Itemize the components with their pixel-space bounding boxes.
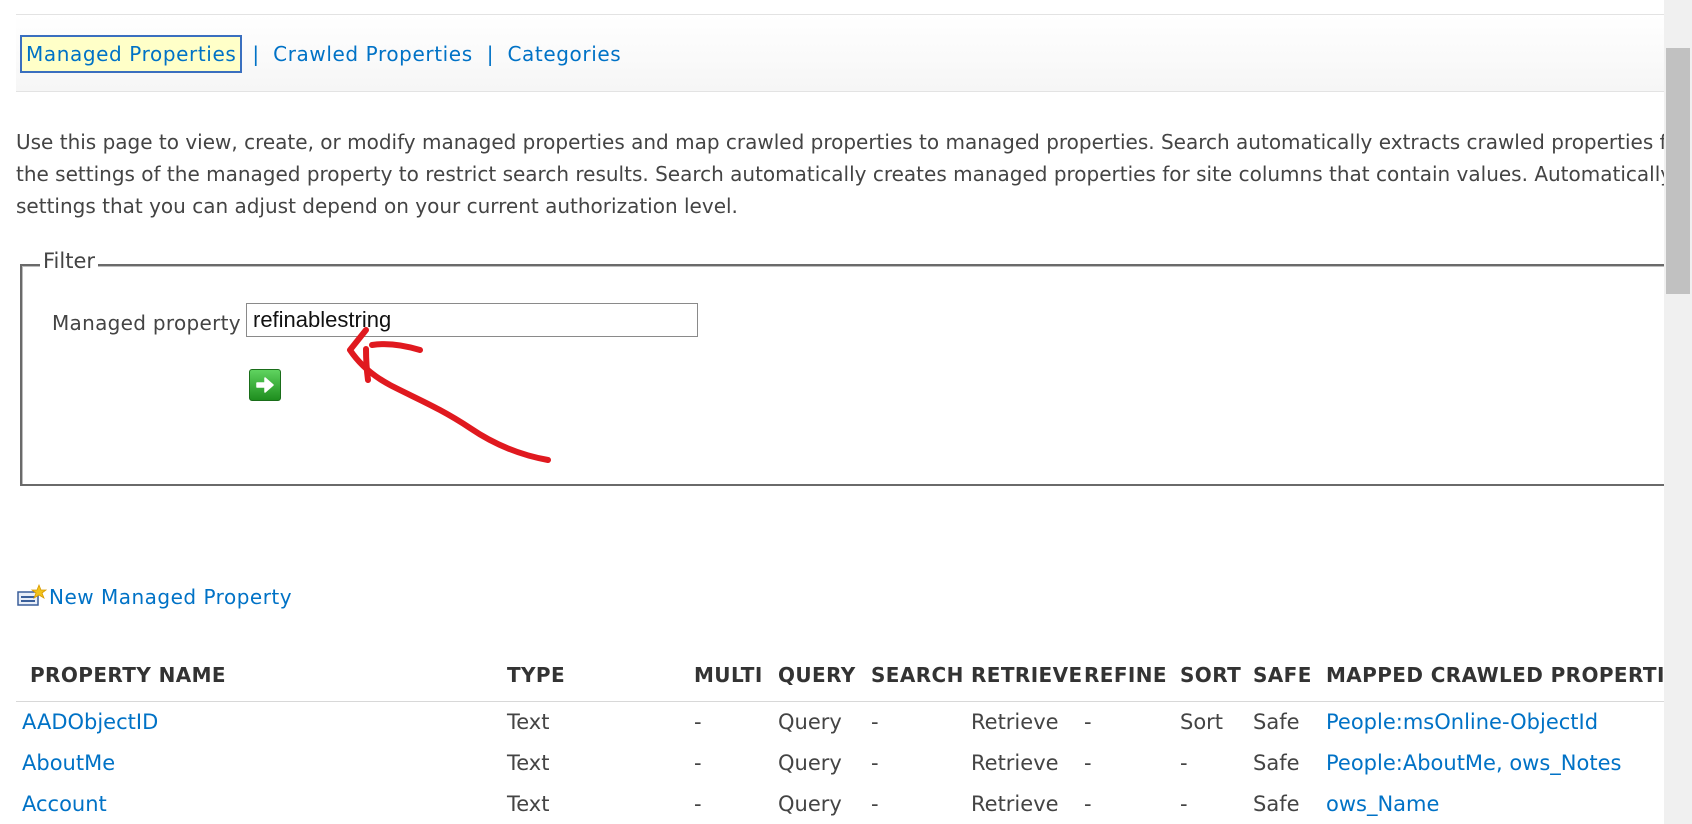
refine-cell: - [1084, 710, 1092, 734]
table-row: AADObjectID Text - Query - Retrieve - So… [16, 702, 1692, 743]
property-name-link[interactable]: Account [22, 792, 107, 816]
refine-cell: - [1084, 792, 1092, 816]
managed-properties-table: PROPERTY NAME TYPE MULTI QUERY SEARCH RE… [16, 655, 1692, 824]
vertical-scrollbar[interactable] [1664, 0, 1692, 824]
type-cell: Text [507, 792, 550, 816]
nav-separator: | [252, 42, 260, 66]
description-line: the settings of the managed property to … [16, 162, 1692, 186]
safe-cell: Safe [1253, 751, 1300, 775]
query-cell: Query [778, 751, 842, 775]
filter-fieldset: Filter Managed property [20, 249, 1692, 486]
column-header-multi[interactable]: MULTI [694, 663, 763, 687]
column-header-mapped-crawled-properties[interactable]: MAPPED CRAWLED PROPERTIES [1326, 663, 1692, 687]
managed-properties-page: Managed Properties | Crawled Properties … [0, 0, 1692, 824]
new-managed-property-link[interactable]: New Managed Property [17, 583, 293, 610]
go-button[interactable] [249, 369, 281, 401]
filter-legend: Filter [40, 249, 99, 273]
table-row: Account Text - Query - Retrieve - - Safe… [16, 784, 1692, 824]
new-managed-property-label: New Managed Property [49, 585, 293, 609]
description-line: settings that you can adjust depend on y… [16, 194, 738, 218]
multi-cell: - [694, 792, 702, 816]
retrieve-cell: Retrieve [971, 710, 1059, 734]
new-property-icon [17, 583, 48, 610]
column-header-search[interactable]: SEARCH [871, 663, 964, 687]
sort-cell: - [1180, 751, 1188, 775]
column-header-query[interactable]: QUERY [778, 663, 856, 687]
sort-cell: - [1180, 792, 1188, 816]
type-cell: Text [507, 751, 550, 775]
retrieve-cell: Retrieve [971, 792, 1059, 816]
search-cell: - [871, 710, 879, 734]
column-header-refine[interactable]: REFINE [1084, 663, 1167, 687]
managed-property-label: Managed property [52, 311, 241, 335]
scrollbar-thumb[interactable] [1666, 48, 1690, 294]
safe-cell: Safe [1253, 710, 1300, 734]
refine-cell: - [1084, 751, 1092, 775]
description-line: Use this page to view, create, or modify… [16, 130, 1692, 154]
table-header-row: PROPERTY NAME TYPE MULTI QUERY SEARCH RE… [16, 655, 1692, 702]
property-name-link[interactable]: AboutMe [22, 751, 115, 775]
nav-separator: | [486, 42, 494, 66]
search-cell: - [871, 751, 879, 775]
property-name-link[interactable]: AADObjectID [22, 710, 158, 734]
top-navigation-bar: Managed Properties | Crawled Properties … [16, 14, 1676, 92]
mapped-crawled-properties-link[interactable]: People:msOnline-ObjectId [1326, 710, 1598, 734]
tab-categories[interactable]: Categories [503, 36, 625, 72]
type-cell: Text [507, 710, 550, 734]
managed-property-input[interactable] [246, 303, 698, 337]
arrow-right-icon [256, 377, 274, 393]
mapped-crawled-properties-link[interactable]: ows_Name [1326, 792, 1439, 816]
safe-cell: Safe [1253, 792, 1300, 816]
retrieve-cell: Retrieve [971, 751, 1059, 775]
column-header-type[interactable]: TYPE [507, 663, 565, 687]
query-cell: Query [778, 792, 842, 816]
sort-cell: Sort [1180, 710, 1224, 734]
query-cell: Query [778, 710, 842, 734]
column-header-property-name[interactable]: PROPERTY NAME [30, 663, 226, 687]
tab-crawled-properties[interactable]: Crawled Properties [269, 36, 477, 72]
column-header-sort[interactable]: SORT [1180, 663, 1241, 687]
column-header-retrieve[interactable]: RETRIEVE [971, 663, 1083, 687]
multi-cell: - [694, 751, 702, 775]
tab-managed-properties[interactable]: Managed Properties [20, 35, 243, 73]
mapped-crawled-properties-link[interactable]: People:AboutMe, ows_Notes [1326, 751, 1621, 775]
column-header-safe[interactable]: SAFE [1253, 663, 1312, 687]
table-row: AboutMe Text - Query - Retrieve - - Safe… [16, 743, 1692, 784]
multi-cell: - [694, 710, 702, 734]
nav-links: Managed Properties | Crawled Properties … [20, 35, 625, 73]
page-description: Use this page to view, create, or modify… [16, 126, 1692, 222]
search-cell: - [871, 792, 879, 816]
